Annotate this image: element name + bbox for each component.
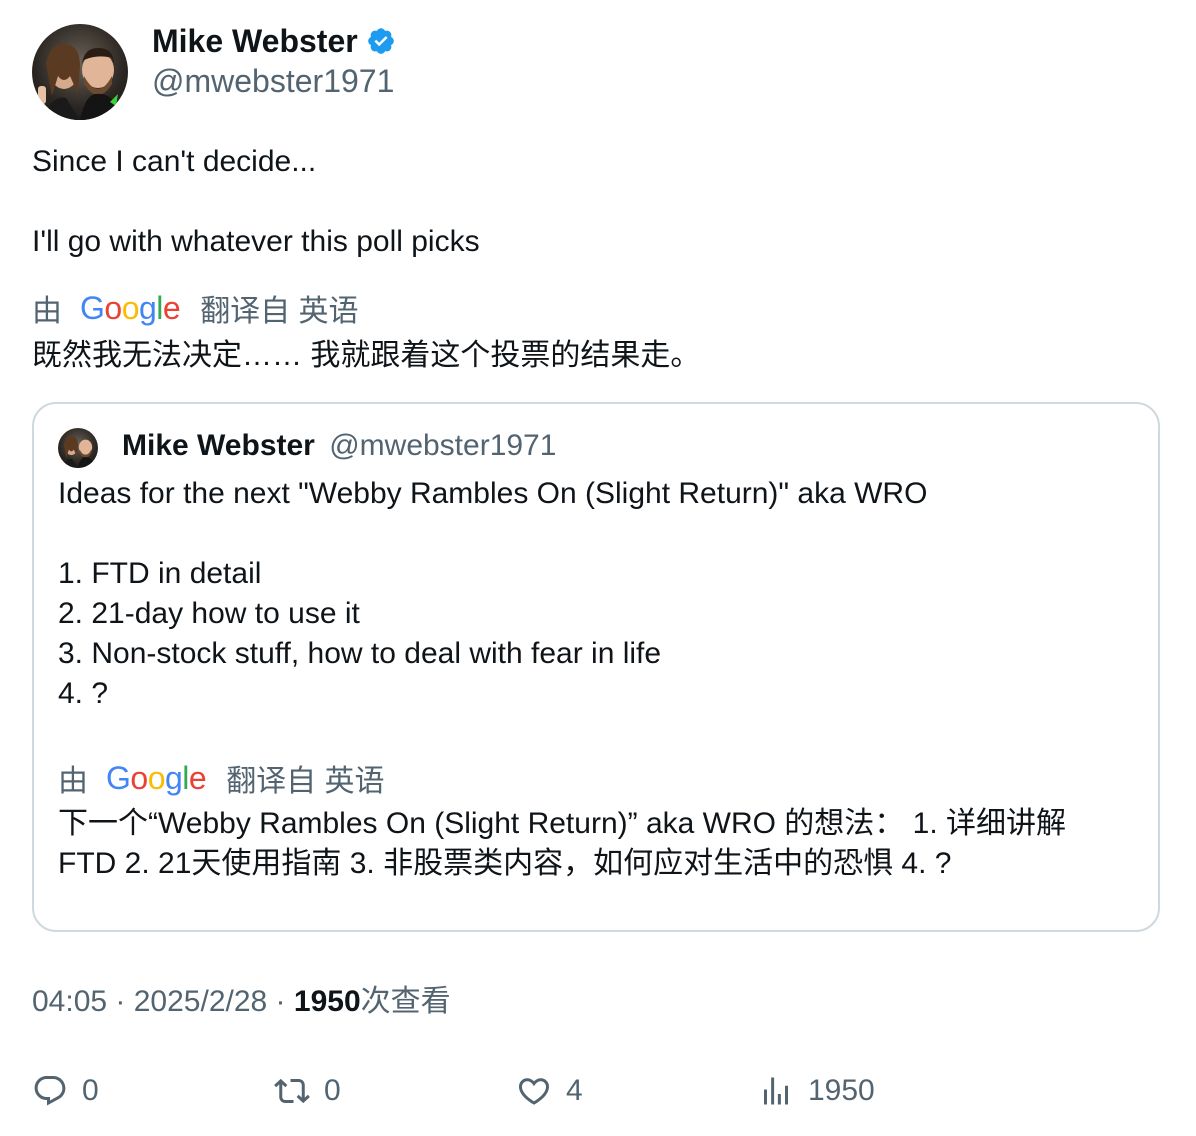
tweet-blank-line [32,182,1152,222]
author-name-row[interactable]: Mike Webster [152,22,396,60]
reply-icon [34,1076,66,1106]
quoted-author-avatar[interactable] [58,428,98,468]
views-icon [764,1077,788,1105]
like-button[interactable]: 4 [516,1066,583,1116]
tweet-translation: 既然我无法决定…… 我就跟着这个投票的结果走。 [32,339,701,372]
quoted-translation-line-2: FTD 2. 21天使用指南 3. 非股票类内容，如何应对生活中的恐惧 4. ? [58,847,952,880]
quoted-translation-attribution[interactable]: 由 Google 翻译自 英语 [58,758,385,799]
views-button[interactable]: 1950 [758,1066,875,1116]
meta-separator: · [107,985,134,1018]
quoted-line: 3. Non-stock stuff, how to deal with fea… [58,637,662,670]
translate-suffix: 翻译自 英语 [200,295,359,328]
quoted-line: 2. 21-day how to use it [58,597,360,630]
author-handle[interactable]: @mwebster1971 [152,62,394,100]
author-avatar[interactable] [32,24,128,120]
reply-count: 0 [82,1074,99,1107]
tweet-date[interactable]: 2025/2/28 [134,985,267,1018]
action-bar: 0 0 4 1950 [32,1066,1162,1116]
reply-button[interactable]: 0 [32,1066,99,1116]
quoted-translation-line-1: 下一个“Webby Rambles On (Slight Return)” ak… [58,807,1066,840]
author-name[interactable]: Mike Webster [152,22,358,60]
views-action-count: 1950 [808,1074,875,1107]
quoted-author-handle: @mwebster1971 [329,429,557,462]
quoted-line [58,514,1138,554]
tweet-text: Since I can't decide... I'll go with wha… [32,142,1152,262]
translate-prefix: 由 [58,765,88,798]
translate-prefix: 由 [32,295,62,328]
quoted-author-name: Mike Webster [122,429,315,462]
like-count: 4 [566,1074,583,1107]
google-logo: Google [106,759,207,796]
tweet-line-2: I'll go with whatever this poll picks [32,225,480,258]
quoted-line: 1. FTD in detail [58,557,262,590]
like-icon [518,1078,550,1105]
quoted-text: Ideas for the next "Webby Rambles On (Sl… [58,474,1138,714]
translate-suffix: 翻译自 英语 [226,765,385,798]
translation-attribution[interactable]: 由 Google 翻译自 英语 [32,288,359,329]
google-logo: Google [80,289,181,326]
quoted-tweet[interactable]: Mike Webster @mwebster1971 Ideas for the… [32,402,1160,932]
verified-badge-icon [367,28,394,54]
tweet-line-1: Since I can't decide... [32,145,317,178]
retweet-icon [274,1078,310,1104]
quoted-avatar-image [62,436,96,468]
avatar-image [38,43,122,120]
quoted-header: Mike Webster @mwebster1971 [122,426,556,466]
views-label: 次查看 [360,985,451,1018]
tweet-meta: 04:05 · 2025/2/28 · 1950次查看 [32,982,451,1022]
retweet-count: 0 [324,1074,341,1107]
meta-separator: · [267,985,294,1018]
views-count: 1950 [293,985,361,1018]
quoted-translation: 下一个“Webby Rambles On (Slight Return)” ak… [58,804,1148,884]
tweet-time[interactable]: 04:05 [32,985,107,1018]
retweet-button[interactable]: 0 [274,1066,341,1116]
quoted-line: Ideas for the next "Webby Rambles On (Sl… [58,477,928,510]
quoted-line: 4. ? [58,677,109,710]
